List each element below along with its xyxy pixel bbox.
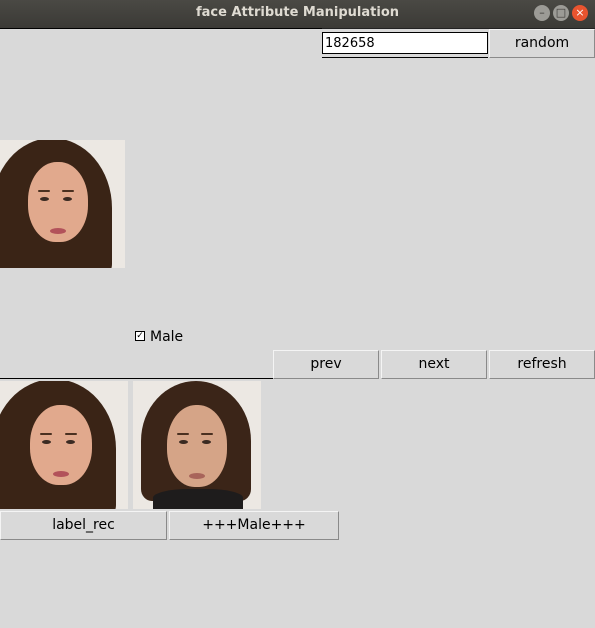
reconstructed-face-image [0,381,128,509]
minimize-icon[interactable]: – [534,5,550,21]
original-face-image [0,140,125,268]
window-title: face Attribute Manipulation [195,5,400,20]
divider [322,57,488,58]
male-edited-face-image [133,381,261,509]
male-attribute-button[interactable]: +++Male+++ [169,511,339,540]
next-button[interactable]: next [381,350,487,379]
male-checkbox-label: Male [150,329,184,345]
random-button[interactable]: random [489,29,595,58]
maximize-icon[interactable]: □ [553,5,569,21]
refresh-button[interactable]: refresh [489,350,595,379]
divider [0,28,322,29]
divider [0,378,273,379]
index-input[interactable] [322,32,488,54]
label-rec-button[interactable]: label_rec [0,511,167,540]
male-checkbox[interactable]: ✓ [135,331,145,341]
close-icon[interactable]: × [572,5,588,21]
title-bar: face Attribute Manipulation – □ × [0,0,595,29]
prev-button[interactable]: prev [273,350,379,379]
